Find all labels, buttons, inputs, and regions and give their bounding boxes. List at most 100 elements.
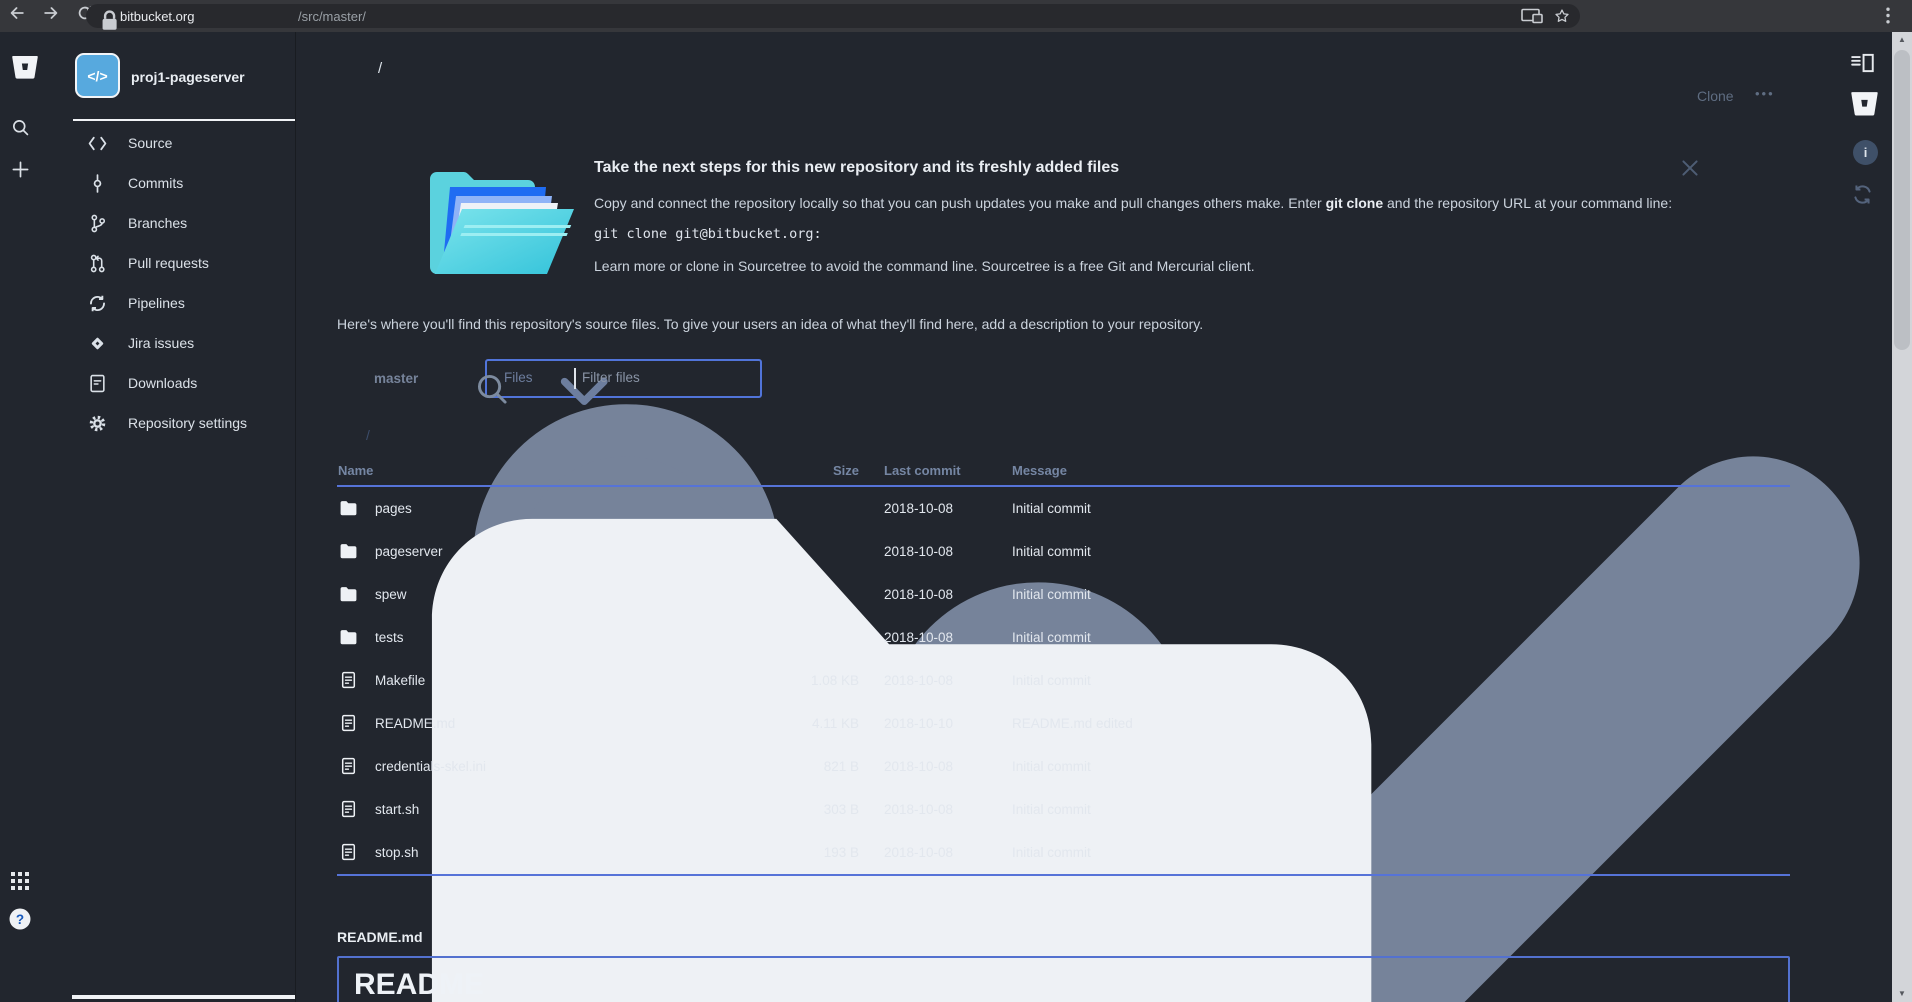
sidebar-item-label: Branches	[128, 215, 187, 231]
create-plus-icon[interactable]	[11, 160, 30, 179]
svg-text:?: ?	[16, 912, 24, 927]
table-row[interactable]: start.sh303 B2018-10-08Initial commit	[337, 788, 1790, 831]
file-commit-message[interactable]: Initial commit	[1012, 630, 1091, 645]
browser-menu-button[interactable]	[1886, 7, 1898, 25]
file-last-commit: 2018-10-10	[884, 716, 953, 731]
sidebar-divider	[295, 32, 296, 1002]
table-row[interactable]: pageserver2018-10-08Initial commit	[337, 530, 1790, 573]
file-commit-message[interactable]: Initial commit	[1012, 802, 1091, 817]
banner-clone-command[interactable]: git clone git@bitbucket.org:	[594, 226, 822, 242]
breadcrumb[interactable]: /	[378, 60, 382, 77]
sync-icon[interactable]	[1851, 183, 1874, 206]
file-commit-message[interactable]: Initial commit	[1012, 673, 1091, 688]
browser-forward-button[interactable]	[42, 4, 66, 28]
file-commit-message[interactable]: Initial commit	[1012, 759, 1091, 774]
folder-icon	[339, 499, 358, 517]
table-row[interactable]: stop.sh 193 B 2018-10-08 Initial commit	[337, 831, 1790, 874]
info-icon[interactable]: i	[1853, 140, 1878, 165]
branch-selector[interactable]: master	[374, 371, 418, 386]
table-row[interactable]: spew2018-10-08Initial commit	[337, 573, 1790, 616]
table-row[interactable]: Makefile1.08 KB2018-10-08Initial commit	[337, 659, 1790, 702]
file-commit-message[interactable]: Initial commit	[1012, 587, 1091, 602]
clone-button[interactable]: Clone	[1697, 88, 1734, 104]
file-commit-message[interactable]: Initial commit	[1012, 845, 1091, 860]
branch-icon	[88, 214, 107, 233]
file-icon	[339, 714, 358, 732]
more-actions-button[interactable]: •••	[1755, 86, 1775, 101]
file-name[interactable]: stop.sh	[375, 845, 419, 860]
sidebar-item-pull-requests[interactable]: Pull requests	[88, 243, 288, 283]
file-name[interactable]: spew	[375, 587, 407, 602]
path-label: /	[366, 427, 370, 443]
sidebar-item-commits[interactable]: Commits	[88, 163, 288, 203]
table-row[interactable]: tests 2018-10-08 Initial commit	[337, 616, 1790, 659]
table-row[interactable]: README.md 4.11 KB 2018-10-10 README.md edit…	[337, 702, 1790, 745]
address-bar[interactable]: bitbucket.org /src/master/	[86, 4, 1580, 28]
back-arrow-icon	[8, 4, 32, 28]
file-commit-message[interactable]: Initial commit	[1012, 501, 1091, 516]
nav-top-divider	[73, 119, 295, 121]
pipelines-icon	[88, 294, 107, 313]
folder-icon	[339, 628, 358, 646]
bitbucket-repo-page: bitbucket.org /src/master/ ▲ ▼ ? </> pro…	[0, 0, 1912, 1002]
table-row[interactable]: credentials-skel.ini821 B2018-10-08Initi…	[337, 745, 1790, 788]
repo-name[interactable]: proj1-pageserver	[131, 69, 245, 85]
right-sidebar-toggle-icon[interactable]	[1850, 52, 1876, 74]
file-last-commit: 2018-10-08	[884, 630, 953, 645]
sidebar-item-jira-issues[interactable]: Jira issues	[88, 323, 288, 363]
search-icon[interactable]	[11, 118, 30, 137]
file-last-commit: 2018-10-08	[884, 802, 953, 817]
browser-back-button[interactable]	[8, 4, 32, 28]
url-path: /src/master/	[298, 9, 366, 24]
file-commit-message[interactable]: README.md edited	[1012, 716, 1133, 731]
table-bottom-divider	[337, 874, 1790, 876]
app-switcher-grid-icon[interactable]	[11, 872, 29, 890]
file-table-rows: pages2018-10-08Initial commitpageserver2…	[337, 487, 1790, 874]
pull-request-icon	[88, 254, 107, 273]
file-icon	[339, 671, 358, 689]
settings-icon	[88, 414, 107, 433]
folder-illustration	[420, 149, 588, 281]
sidebar-item-branches[interactable]: Branches	[88, 203, 288, 243]
column-header-size: Size	[717, 463, 859, 478]
sidebar-item-label: Downloads	[128, 375, 197, 391]
sidebar-item-source[interactable]: Source	[88, 123, 288, 163]
code-icon	[88, 134, 107, 153]
file-name[interactable]: tests	[375, 630, 404, 645]
downloads-icon	[88, 374, 107, 393]
cast-icon[interactable]	[1521, 8, 1543, 24]
file-name[interactable]: credentials-skel.ini	[375, 759, 486, 774]
file-size: 4.11 KB	[717, 716, 859, 731]
bitbucket-logo-icon[interactable]	[1849, 88, 1880, 119]
help-icon[interactable]: ?	[9, 908, 31, 930]
sidebar-item-repository-settings[interactable]: Repository settings	[88, 403, 288, 443]
sidebar-item-label: Pipelines	[128, 295, 185, 311]
forward-arrow-icon	[42, 4, 66, 28]
file-name[interactable]: README.md	[375, 716, 455, 731]
scrollbar-thumb[interactable]	[1894, 50, 1910, 350]
scrollbar-up-arrow[interactable]: ▲	[1892, 32, 1912, 48]
file-size: 193 B	[717, 845, 859, 860]
file-name[interactable]: Makefile	[375, 673, 425, 688]
sidebar-item-downloads[interactable]: Downloads	[88, 363, 288, 403]
banner-footer[interactable]: Learn more or clone in Sourcetree to avo…	[594, 258, 1255, 274]
sidebar-item-label: Pull requests	[128, 255, 209, 271]
bitbucket-logo-icon[interactable]	[10, 52, 40, 82]
banner-close-button[interactable]	[1679, 157, 1701, 179]
file-name[interactable]: pages	[375, 501, 412, 516]
file-filter: Files Filter files	[485, 359, 762, 398]
column-header-message: Message	[1012, 463, 1067, 478]
sidebar-item-label: Jira issues	[128, 335, 194, 351]
sidebar-nav: Source Commits Branches Pull requests Pipeli…	[88, 123, 288, 443]
repo-avatar[interactable]: </>	[75, 53, 120, 98]
file-commit-message[interactable]: Initial commit	[1012, 544, 1091, 559]
file-name[interactable]: pageserver	[375, 544, 443, 559]
sidebar-item-pipelines[interactable]: Pipelines	[88, 283, 288, 323]
file-name[interactable]: start.sh	[375, 802, 419, 817]
bookmark-star-icon[interactable]	[1554, 8, 1570, 24]
file-last-commit: 2018-10-08	[884, 845, 953, 860]
sidebar-item-label: Source	[128, 135, 172, 151]
sidebar-item-label: Commits	[128, 175, 183, 191]
table-row[interactable]: pages2018-10-08Initial commit	[337, 487, 1790, 530]
jira-icon	[88, 334, 107, 353]
